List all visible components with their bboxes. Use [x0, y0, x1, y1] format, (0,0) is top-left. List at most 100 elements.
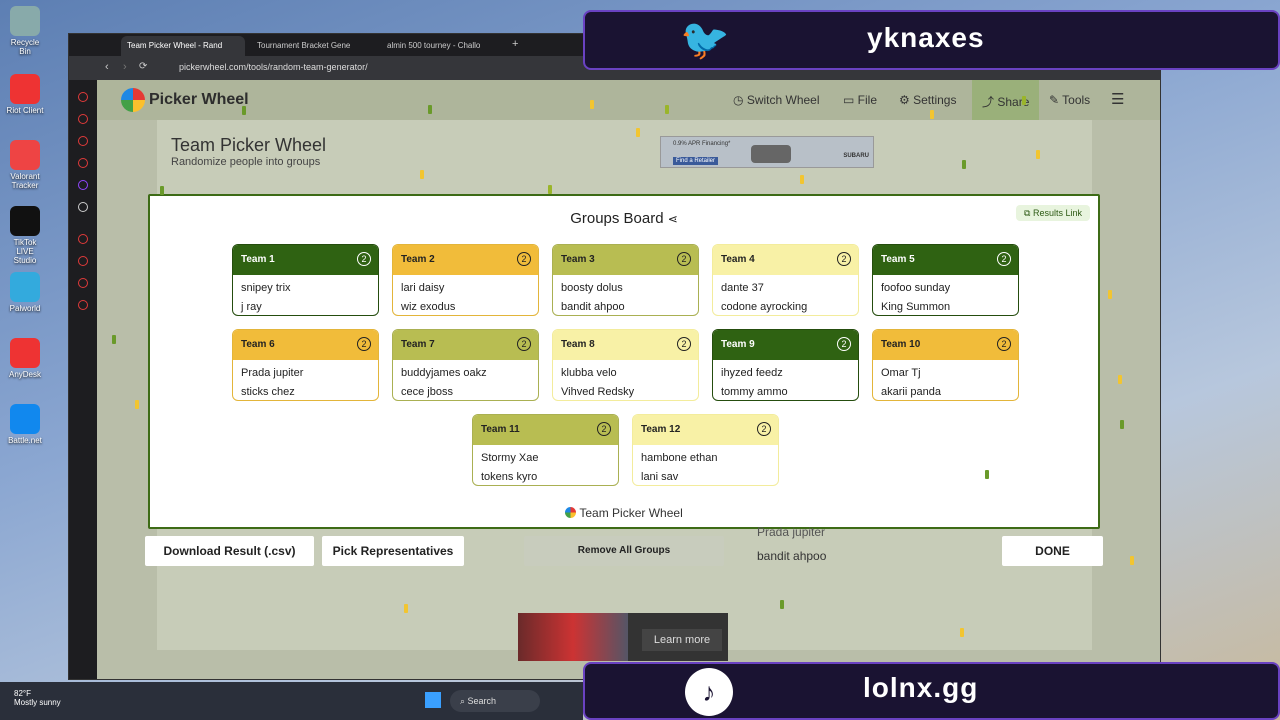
- team-card-header: Team 4 2: [713, 245, 858, 275]
- member-count-badge: 2: [837, 252, 851, 266]
- desktop-icon[interactable]: Palworld: [4, 272, 46, 313]
- nav-file[interactable]: ▭ File: [843, 93, 877, 107]
- weather-widget[interactable]: 82°F Mostly sunny: [14, 689, 61, 707]
- team-name: Team 4: [721, 254, 755, 265]
- team-card[interactable]: Team 12 2 hambone ethan lani sav: [632, 414, 779, 486]
- sidebar-icon[interactable]: [78, 158, 88, 168]
- ad-image: [518, 613, 628, 661]
- confetti-piece: [1118, 375, 1122, 384]
- sidebar-icon[interactable]: [78, 114, 88, 124]
- background-list-item: Prada jupiter: [757, 525, 826, 539]
- settings-icon[interactable]: [78, 300, 88, 310]
- learn-more-button[interactable]: Learn more: [642, 629, 722, 651]
- history-icon[interactable]: [78, 256, 88, 266]
- windows-start-icon[interactable]: [425, 692, 441, 708]
- sidebar-icon[interactable]: [78, 278, 88, 288]
- team-card[interactable]: Team 6 2 Prada jupiter sticks chez: [232, 329, 379, 401]
- reload-icon[interactable]: ⟳: [139, 61, 147, 72]
- sidebar-icon[interactable]: [78, 136, 88, 146]
- url-field[interactable]: pickerwheel.com/tools/random-team-genera…: [179, 62, 368, 72]
- team-member: sticks chez: [241, 386, 295, 398]
- team-card[interactable]: Team 4 2 dante 37 codone ayrocking: [712, 244, 859, 316]
- desktop-icon[interactable]: Battle.net: [4, 404, 46, 445]
- team-card[interactable]: Team 3 2 boosty dolus bandit ahpoo: [552, 244, 699, 316]
- tab-tournament-bracket[interactable]: Tournament Bracket Gene: [251, 36, 375, 56]
- team-member: dante 37: [721, 282, 764, 294]
- modal-footer-text: Team Picker Wheel: [579, 506, 683, 520]
- team-card-header: Team 2 2: [393, 245, 538, 275]
- confetti-piece: [985, 470, 989, 479]
- confetti-piece: [636, 128, 640, 137]
- team-card[interactable]: Team 5 2 foofoo sunday King Summon: [872, 244, 1019, 316]
- app-icon: [10, 206, 40, 236]
- team-card[interactable]: Team 9 2 ihyzed feedz tommy ammo: [712, 329, 859, 401]
- team-member: hambone ethan: [641, 452, 718, 464]
- taskbar-search[interactable]: ⌕ Search: [450, 690, 540, 712]
- member-count-badge: 2: [837, 337, 851, 351]
- share-icon[interactable]: ⋖: [668, 212, 678, 226]
- ad-banner[interactable]: 0.9% APR Financing* Find a Retailer SUBA…: [660, 136, 874, 168]
- team-member: foofoo sunday: [881, 282, 951, 294]
- hamburger-menu-icon[interactable]: ☰: [1111, 90, 1124, 108]
- confetti-piece: [112, 335, 116, 344]
- desktop-icon-label: Recycle Bin: [10, 38, 40, 56]
- team-name: Team 2: [401, 254, 435, 265]
- team-members: boosty dolus bandit ahpoo: [553, 275, 698, 315]
- results-link-button[interactable]: ⧉ Results Link: [1016, 205, 1090, 221]
- team-card[interactable]: Team 8 2 klubba velo Vihved Redsky: [552, 329, 699, 401]
- team-member: Omar Tj: [881, 367, 921, 379]
- team-member: bandit ahpoo: [561, 301, 625, 313]
- team-card[interactable]: Team 2 2 lari daisy wiz exodus: [392, 244, 539, 316]
- taskbar-search-label: Search: [467, 696, 497, 706]
- ad-text: 0.9% APR Financing*: [673, 141, 731, 147]
- team-card[interactable]: Team 1 2 snipey trix j ray: [232, 244, 379, 316]
- bottom-ad[interactable]: Learn more: [518, 613, 728, 661]
- desktop-icon[interactable]: Riot Client: [4, 74, 46, 115]
- team-member: buddyjames oakz: [401, 367, 487, 379]
- remove-all-groups-button[interactable]: Remove All Groups: [524, 536, 724, 566]
- done-button[interactable]: DONE: [1002, 536, 1103, 566]
- ad-cta[interactable]: Find a Retailer: [673, 157, 719, 165]
- sidebar-icon[interactable]: [78, 234, 88, 244]
- team-member: Prada jupiter: [241, 367, 304, 379]
- desktop-icon[interactable]: TikTok LIVE Studio: [4, 206, 46, 265]
- desktop-icon[interactable]: Recycle Bin: [4, 6, 46, 56]
- site-logo-text[interactable]: Picker Wheel: [149, 91, 249, 109]
- team-card[interactable]: Team 7 2 buddyjames oakz cece jboss: [392, 329, 539, 401]
- nav-share[interactable]: ⤴ Share: [972, 80, 1040, 120]
- team-members: lari daisy wiz exodus: [393, 275, 538, 315]
- page-subtitle: Randomize people into groups: [171, 156, 321, 168]
- tab-challonge[interactable]: almin 500 tourney - Challo: [381, 36, 505, 56]
- nav-settings[interactable]: ⚙ Settings: [899, 93, 956, 107]
- desktop-icon-label: AnyDesk: [8, 370, 41, 379]
- forward-icon[interactable]: ›: [123, 61, 127, 73]
- team-member: j ray: [241, 301, 262, 313]
- team-card[interactable]: Team 10 2 Omar Tj akarii panda: [872, 329, 1019, 401]
- team-name: Team 6: [241, 339, 275, 350]
- tab-team-picker[interactable]: Team Picker Wheel - Rand: [121, 36, 245, 56]
- nav-switch-wheel[interactable]: ◷ Switch Wheel: [733, 93, 820, 107]
- confetti-piece: [1022, 96, 1026, 105]
- back-icon[interactable]: ‹: [105, 61, 109, 73]
- team-members: snipey trix j ray: [233, 275, 378, 315]
- team-card[interactable]: Team 11 2 Stormy Xae tokens kyro: [472, 414, 619, 486]
- confetti-piece: [548, 185, 552, 194]
- member-count-badge: 2: [517, 337, 531, 351]
- team-card-header: Team 3 2: [553, 245, 698, 275]
- desktop-icon[interactable]: Valorant Tracker: [4, 140, 46, 190]
- groups-board-modal: Groups Board ⋖ ⧉ Results Link Team 1 2 sni…: [148, 194, 1100, 529]
- nav-tools[interactable]: ✎ Tools: [1049, 93, 1090, 107]
- team-members: ihyzed feedz tommy ammo: [713, 360, 858, 400]
- picker-wheel-logo-icon[interactable]: [121, 88, 145, 112]
- x-icon[interactable]: [78, 202, 88, 212]
- new-tab-button[interactable]: +: [509, 36, 525, 56]
- twitch-icon[interactable]: [78, 180, 88, 190]
- desktop-icon[interactable]: AnyDesk: [4, 338, 46, 379]
- download-result-button[interactable]: Download Result (.csv): [145, 536, 314, 566]
- sidebar-icon[interactable]: [78, 92, 88, 102]
- team-card-header: Team 10 2: [873, 330, 1018, 360]
- team-member: tommy ammo: [721, 386, 788, 398]
- member-count-badge: 2: [357, 252, 371, 266]
- team-member: akarii panda: [881, 386, 941, 398]
- pick-representatives-button[interactable]: Pick Representatives: [322, 536, 464, 566]
